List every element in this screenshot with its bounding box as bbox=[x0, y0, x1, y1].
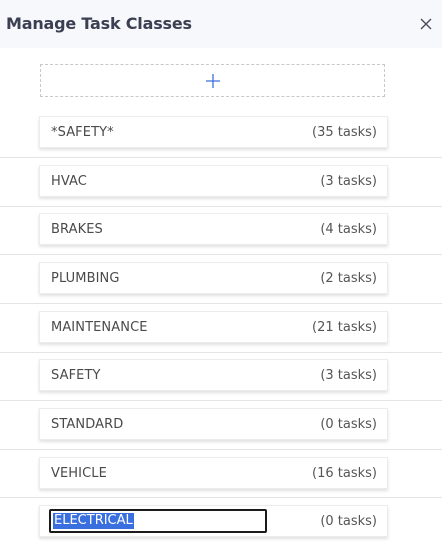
row-divider bbox=[0, 352, 442, 353]
task-class-name: MAINTENANCE bbox=[51, 320, 148, 335]
row-divider bbox=[0, 449, 442, 450]
task-count: (2 tasks) bbox=[320, 271, 377, 286]
task-class-name: STANDARD bbox=[51, 417, 124, 432]
selected-text: ELECTRICAL bbox=[53, 513, 134, 529]
task-class-name: PLUMBING bbox=[51, 271, 120, 286]
task-class-name: VEHICLE bbox=[51, 466, 107, 481]
task-count: (0 tasks) bbox=[320, 514, 377, 529]
task-count: (3 tasks) bbox=[320, 174, 377, 189]
row-divider bbox=[0, 400, 442, 401]
task-count: (4 tasks) bbox=[320, 222, 377, 237]
task-class-item[interactable]: VEHICLE (16 tasks) bbox=[39, 457, 388, 489]
task-count: (16 tasks) bbox=[312, 466, 377, 481]
plus-icon bbox=[206, 74, 220, 88]
task-count: (3 tasks) bbox=[320, 368, 377, 383]
task-class-name: *SAFETY* bbox=[51, 125, 114, 140]
task-class-item[interactable]: HVAC (3 tasks) bbox=[39, 165, 388, 197]
task-count: (0 tasks) bbox=[320, 417, 377, 432]
task-class-name: HVAC bbox=[51, 174, 87, 189]
task-class-item[interactable]: BRAKES (4 tasks) bbox=[39, 213, 388, 245]
task-class-item[interactable]: MAINTENANCE (21 tasks) bbox=[39, 311, 388, 343]
task-class-name-input[interactable]: ELECTRICAL bbox=[49, 509, 267, 533]
task-class-name: SAFETY bbox=[51, 368, 101, 383]
task-class-item[interactable]: SAFETY (3 tasks) bbox=[39, 359, 388, 391]
row-divider bbox=[0, 206, 442, 207]
dialog-title: Manage Task Classes bbox=[6, 14, 192, 33]
manage-task-classes-dialog: Manage Task Classes *SAFETY* (35 tasks) … bbox=[0, 0, 442, 550]
task-class-item[interactable]: *SAFETY* (35 tasks) bbox=[39, 116, 388, 148]
task-count: (35 tasks) bbox=[312, 125, 377, 140]
close-icon[interactable] bbox=[419, 17, 433, 31]
task-class-name: BRAKES bbox=[51, 222, 103, 237]
dialog-header: Manage Task Classes bbox=[0, 0, 442, 48]
row-divider bbox=[0, 157, 442, 158]
task-class-item[interactable]: PLUMBING (2 tasks) bbox=[39, 262, 388, 294]
row-divider bbox=[0, 254, 442, 255]
task-class-item[interactable]: STANDARD (0 tasks) bbox=[39, 408, 388, 440]
task-class-item-editing[interactable]: ELECTRICAL (0 tasks) bbox=[39, 505, 388, 537]
task-count: (21 tasks) bbox=[312, 320, 377, 335]
add-task-class-button[interactable] bbox=[40, 64, 385, 97]
row-divider bbox=[0, 497, 442, 498]
row-divider bbox=[0, 303, 442, 304]
